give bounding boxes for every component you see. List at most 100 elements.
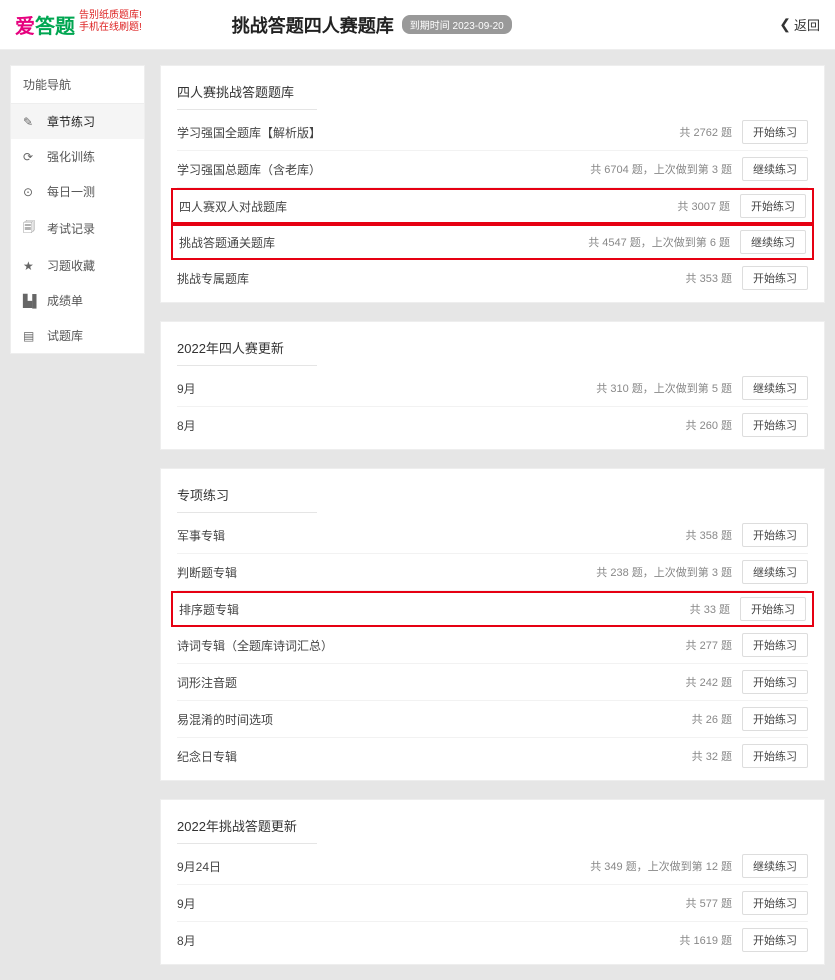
item-title: 9月 [177, 380, 596, 397]
list-item: 军事专辑共 358 题开始练习 [177, 517, 808, 554]
logo: 爱答题 告别纸质题库! 手机在线刷题! [15, 10, 142, 39]
sidebar: 功能导航 ✎ 章节练习 ⟳ 强化训练 ⊙ 每日一测 🗐考试记录★习题收藏 ▙▌ 成绩单 ▤ 试题库 [10, 65, 145, 354]
practice-button[interactable]: 开始练习 [742, 744, 808, 768]
panel-title: 四人赛挑战答题题库 [177, 76, 317, 110]
panel-title: 2022年四人赛更新 [177, 332, 317, 366]
refresh-icon: ⟳ [23, 150, 39, 164]
practice-button[interactable]: 开始练习 [742, 928, 808, 952]
practice-button[interactable]: 开始练习 [742, 120, 808, 144]
sidebar-item-习题收藏[interactable]: ★习题收藏 [11, 248, 144, 283]
list-item: 判断题专辑共 238 题，上次做到第 3 题继续练习 [177, 554, 808, 591]
list-item: 挑战专属题库共 353 题开始练习 [177, 260, 808, 296]
sidebar-item-label: 强化训练 [47, 148, 95, 165]
item-meta: 共 32 题 [692, 748, 732, 764]
item-title: 易混淆的时间选项 [177, 711, 692, 728]
practice-button[interactable]: 继续练习 [740, 230, 806, 254]
list-item: 8月共 260 题开始练习 [177, 407, 808, 443]
sidebar-item-label: 每日一测 [47, 183, 95, 200]
panel: 2022年四人赛更新9月共 310 题，上次做到第 5 题继续练习8月共 260… [160, 321, 825, 450]
practice-button[interactable]: 继续练习 [742, 854, 808, 878]
item-meta: 共 33 题 [690, 601, 730, 617]
item-title: 纪念日专辑 [177, 748, 692, 765]
list-item: 词形注音题共 242 题开始练习 [177, 664, 808, 701]
logo-text: 爱答题 [15, 10, 75, 39]
sidebar-item-考试记录[interactable]: 🗐考试记录 [11, 209, 144, 248]
item-title: 挑战专属题库 [177, 270, 686, 287]
practice-button[interactable]: 开始练习 [742, 670, 808, 694]
sidebar-item-label: 成绩单 [47, 292, 83, 309]
chart-icon: ▙▌ [23, 294, 39, 308]
practice-button[interactable]: 开始练习 [742, 413, 808, 437]
header: 爱答题 告别纸质题库! 手机在线刷题! 挑战答题四人赛题库 到期时间 2023-… [0, 0, 835, 50]
panel-title: 专项练习 [177, 479, 317, 513]
practice-button[interactable]: 开始练习 [742, 891, 808, 915]
sidebar-item-试题库[interactable]: ▤ 试题库 [11, 318, 144, 353]
item-title: 四人赛双人对战题库 [179, 198, 677, 215]
page-title: 挑战答题四人赛题库 [232, 12, 394, 38]
practice-button[interactable]: 开始练习 [742, 266, 808, 290]
item-title: 排序题专辑 [179, 601, 690, 618]
sidebar-item-label: 章节练习 [47, 113, 95, 130]
expiry-badge: 到期时间 2023-09-20 [402, 15, 512, 34]
list-item: 纪念日专辑共 32 题开始练习 [177, 738, 808, 774]
item-meta: 共 310 题，上次做到第 5 题 [596, 380, 732, 396]
sidebar-item-章节练习[interactable]: ✎ 章节练习 [11, 104, 144, 139]
item-meta: 共 2762 题 [679, 124, 732, 140]
pencil-icon: ✎ [23, 115, 39, 129]
practice-button[interactable]: 开始练习 [740, 597, 806, 621]
item-meta: 共 277 题 [686, 637, 732, 653]
sidebar-item-强化训练[interactable]: ⟳ 强化训练 [11, 139, 144, 174]
sidebar-item-成绩单[interactable]: ▙▌ 成绩单 [11, 283, 144, 318]
list-item: 9月24日共 349 题，上次做到第 12 题继续练习 [177, 848, 808, 885]
sidebar-item-label: 试题库 [47, 327, 83, 344]
practice-button[interactable]: 开始练习 [742, 707, 808, 731]
item-meta: 共 358 题 [686, 527, 732, 543]
item-meta: 共 577 题 [686, 895, 732, 911]
list-item: 9月共 310 题，上次做到第 5 题继续练习 [177, 370, 808, 407]
item-title: 军事专辑 [177, 527, 686, 544]
item-meta: 共 238 题，上次做到第 3 题 [596, 564, 732, 580]
item-meta: 共 1619 题 [679, 932, 732, 948]
list-item: 挑战答题通关题库共 4547 题，上次做到第 6 题继续练习 [171, 224, 814, 260]
item-meta: 共 349 题，上次做到第 12 题 [590, 858, 732, 874]
sidebar-title: 功能导航 [11, 66, 144, 104]
list-item: 学习强国全题库【解析版】共 2762 题开始练习 [177, 114, 808, 151]
sidebar-item-每日一测[interactable]: ⊙ 每日一测 [11, 174, 144, 209]
chevron-left-icon: ❮ [779, 16, 791, 33]
target-icon: ⊙ [23, 185, 39, 199]
back-button[interactable]: ❮ 返回 [779, 15, 820, 34]
item-title: 学习强国总题库（含老库） [177, 161, 590, 178]
main-content: 四人赛挑战答题题库学习强国全题库【解析版】共 2762 题开始练习学习强国总题库… [160, 65, 825, 965]
item-meta: 共 4547 题，上次做到第 6 题 [588, 234, 730, 250]
item-title: 挑战答题通关题库 [179, 234, 588, 251]
item-title: 8月 [177, 417, 686, 434]
item-title: 9月24日 [177, 858, 590, 875]
item-meta: 共 3007 题 [677, 198, 730, 214]
list-item: 9月共 577 题开始练习 [177, 885, 808, 922]
list-item: 诗词专辑（全题库诗词汇总）共 277 题开始练习 [177, 627, 808, 664]
panel-title: 2022年挑战答题更新 [177, 810, 317, 844]
practice-button[interactable]: 开始练习 [742, 523, 808, 547]
item-meta: 共 26 题 [692, 711, 732, 727]
item-meta: 共 242 题 [686, 674, 732, 690]
list-item: 8月共 1619 题开始练习 [177, 922, 808, 958]
panel: 四人赛挑战答题题库学习强国全题库【解析版】共 2762 题开始练习学习强国总题库… [160, 65, 825, 303]
item-meta: 共 6704 题，上次做到第 3 题 [590, 161, 732, 177]
item-title: 词形注音题 [177, 674, 686, 691]
item-title: 判断题专辑 [177, 564, 596, 581]
sidebar-item-label: 习题收藏 [47, 257, 95, 274]
item-title: 学习强国全题库【解析版】 [177, 124, 679, 141]
item-meta: 共 353 题 [686, 270, 732, 286]
logo-tagline: 告别纸质题库! 手机在线刷题! [79, 10, 142, 34]
item-title: 诗词专辑（全题库诗词汇总） [177, 637, 686, 654]
list-item: 排序题专辑共 33 题开始练习 [171, 591, 814, 627]
panel: 专项练习军事专辑共 358 题开始练习判断题专辑共 238 题，上次做到第 3 … [160, 468, 825, 781]
list-icon: ▤ [23, 329, 39, 343]
practice-button[interactable]: 继续练习 [742, 376, 808, 400]
item-meta: 共 260 题 [686, 417, 732, 433]
practice-button[interactable]: 开始练习 [742, 633, 808, 657]
practice-button[interactable]: 继续练习 [742, 157, 808, 181]
practice-button[interactable]: 开始练习 [740, 194, 806, 218]
panel: 2022年挑战答题更新9月24日共 349 题，上次做到第 12 题继续练习9月… [160, 799, 825, 965]
practice-button[interactable]: 继续练习 [742, 560, 808, 584]
